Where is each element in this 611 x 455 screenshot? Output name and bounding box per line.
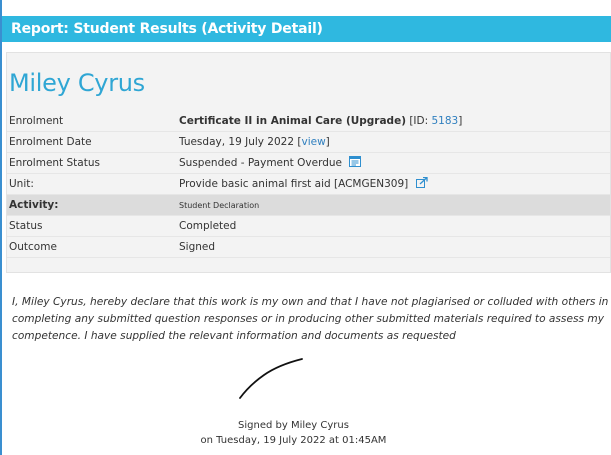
report-header: Report: Student Results (Activity Detail… xyxy=(2,16,611,42)
enrolment-course: Certificate II in Animal Care (Upgrade) xyxy=(179,115,406,127)
enrolment-date: Tuesday, 19 July 2022 xyxy=(179,136,295,148)
report-page: Report: Student Results (Activity Detail… xyxy=(0,0,611,455)
row-enrolment: Enrolment Certificate II in Animal Care … xyxy=(7,111,610,132)
outcome-label: Outcome xyxy=(7,236,179,258)
view-close-bracket: ] xyxy=(325,136,330,148)
row-enrolment-date: Enrolment Date Tuesday, 19 July 2022 [vi… xyxy=(7,131,610,153)
row-enrolment-status: Enrolment Status Suspended - Payment Ove… xyxy=(7,152,610,174)
enrolment-status-value: Suspended - Payment Overdue xyxy=(179,152,610,174)
external-link-icon[interactable] xyxy=(415,176,428,191)
enrolment-date-value: Tuesday, 19 July 2022 [view] xyxy=(179,131,610,153)
signed-by-text: Signed by Miley Cyrus xyxy=(238,420,349,431)
enrolment-id-prefix: [ID: xyxy=(406,115,432,127)
declaration-text: I, Miley Cyrus, hereby declare that this… xyxy=(12,296,609,342)
row-unit: Unit: Provide basic animal first aid [AC… xyxy=(7,173,610,195)
activity-value: Student Declaration xyxy=(179,194,610,216)
signature-caption: Signed by Miley Cyrus on Tuesday, 19 Jul… xyxy=(2,418,585,448)
student-name: Miley Cyrus xyxy=(9,69,145,97)
enrolment-date-label: Enrolment Date xyxy=(7,131,179,153)
row-outcome: Outcome Signed xyxy=(7,236,610,258)
note-icon[interactable] xyxy=(349,156,362,170)
status-label: Status xyxy=(7,215,179,237)
enrolment-status-label: Enrolment Status xyxy=(7,152,179,174)
status-value: Completed xyxy=(179,215,610,237)
enrolment-status: Suspended - Payment Overdue xyxy=(179,157,342,169)
row-status: Status Completed xyxy=(7,215,610,237)
enrolment-value: Certificate II in Animal Care (Upgrade) … xyxy=(179,111,610,132)
unit-value-cell: Provide basic animal first aid [ACMGEN30… xyxy=(179,173,610,195)
view-enrolment-link[interactable]: view xyxy=(301,136,325,148)
enrolment-id-suffix: ] xyxy=(458,115,463,127)
outcome-value: Signed xyxy=(179,236,610,258)
unit-value: Provide basic animal first aid [ACMGEN30… xyxy=(179,178,409,190)
details-table: Enrolment Certificate II in Animal Care … xyxy=(7,111,610,258)
student-details-panel: Miley Cyrus Enrolment Certificate II in … xyxy=(6,52,611,273)
signature-image xyxy=(239,358,303,399)
unit-label: Unit: xyxy=(7,173,179,195)
enrolment-id-link[interactable]: 5183 xyxy=(432,115,459,127)
signed-on-text: on Tuesday, 19 July 2022 at 01:45AM xyxy=(200,435,387,446)
enrolment-label: Enrolment xyxy=(7,111,179,132)
row-activity: Activity: Student Declaration xyxy=(7,194,610,216)
activity-label: Activity: xyxy=(7,194,179,216)
report-title: Report: Student Results (Activity Detail… xyxy=(11,21,323,37)
